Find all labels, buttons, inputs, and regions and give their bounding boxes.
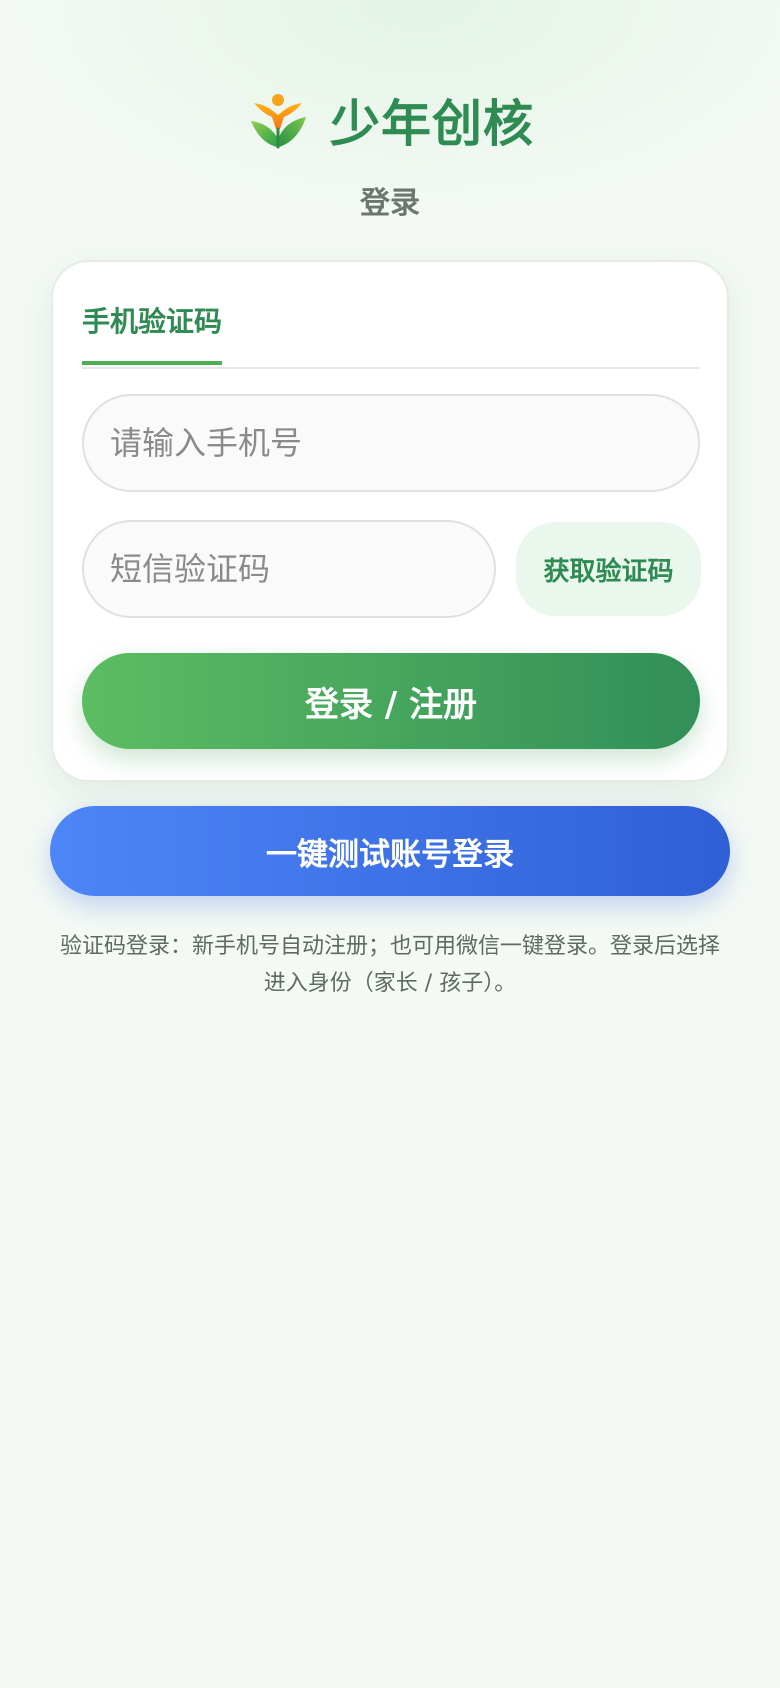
- get-code-button[interactable]: 获取验证码: [516, 522, 701, 616]
- page-title: 登录: [360, 186, 420, 221]
- login-register-button[interactable]: 登录 / 注册: [82, 653, 700, 749]
- login-hint-text: 验证码登录：新手机号自动注册；也可用微信一键登录。登录后选择进入身份（家长 / …: [59, 934, 720, 996]
- sms-code-input[interactable]: [82, 520, 496, 618]
- login-card: 手机验证码 获取验证码 登录 / 注册: [51, 260, 729, 782]
- sprout-person-icon: [251, 94, 306, 149]
- tab-phone-code[interactable]: 手机验证码: [82, 300, 223, 365]
- login-tabs: 手机验证码: [82, 262, 700, 369]
- phone-input[interactable]: [82, 394, 700, 492]
- app-name: 少年创核: [330, 95, 534, 153]
- app-header: 少年创核: [0, 82, 780, 158]
- test-account-login-button[interactable]: 一键测试账号登录: [50, 806, 730, 896]
